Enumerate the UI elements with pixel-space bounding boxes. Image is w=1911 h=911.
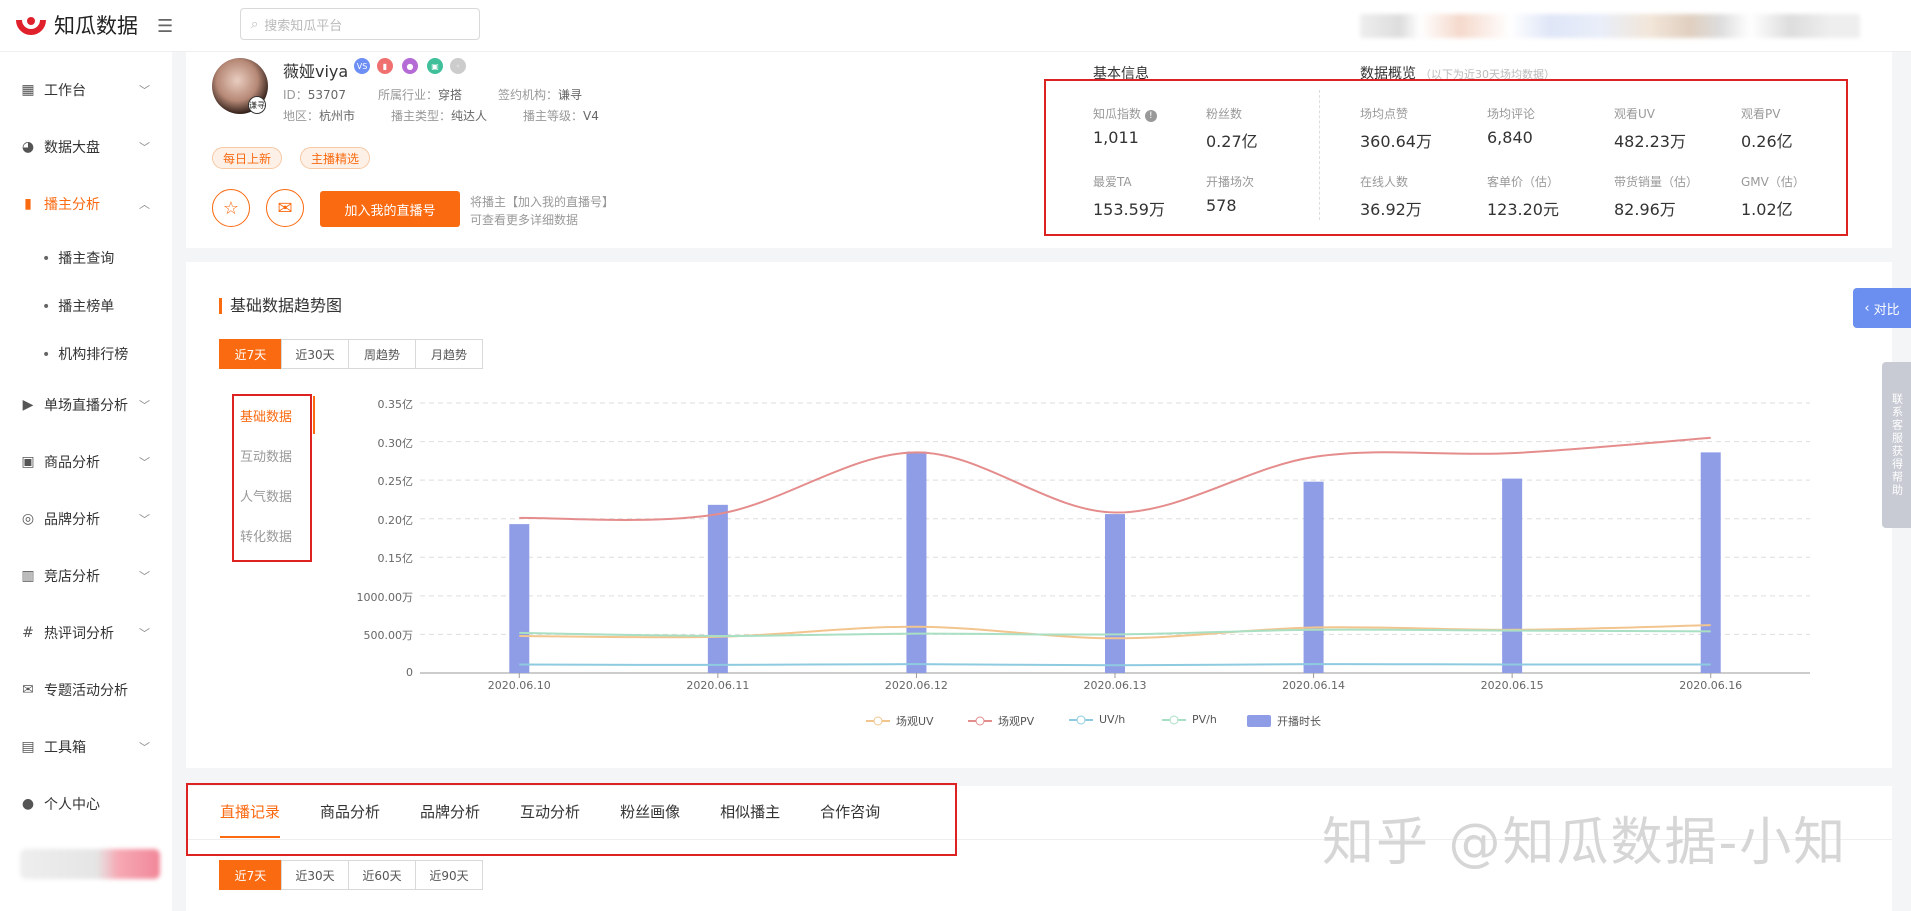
bar-duration[interactable]: [509, 524, 530, 673]
chevron-left-icon: ‹: [1864, 300, 1870, 316]
bar-duration[interactable]: [906, 451, 927, 673]
legend-pv-per-hour[interactable]: PV/h: [1162, 713, 1217, 726]
bar-duration[interactable]: [1303, 481, 1324, 673]
bar-duration[interactable]: [707, 504, 728, 673]
tab-cooperation[interactable]: 合作咨询: [820, 784, 880, 838]
bar-duration[interactable]: [1105, 514, 1125, 673]
records-range-90d[interactable]: 近90天: [415, 860, 483, 890]
legend-uv[interactable]: 场观UV: [866, 713, 934, 729]
legend-uv-per-hour[interactable]: UV/h: [1069, 713, 1125, 726]
tab-goods[interactable]: 商品分析: [320, 784, 380, 838]
bar-duration[interactable]: [1700, 452, 1721, 673]
watermark: 知乎 @知瓜数据-小知: [1322, 813, 1848, 873]
detail-tabs: 直播记录 商品分析 品牌分析 互动分析 粉丝画像 相似播主 合作咨询: [186, 784, 920, 838]
legend-duration[interactable]: 开播时长: [1247, 713, 1321, 729]
tab-fans[interactable]: 粉丝画像: [620, 784, 680, 838]
records-range-7d[interactable]: 近7天: [219, 860, 282, 890]
bar-duration[interactable]: [1502, 478, 1523, 673]
records-range-60d[interactable]: 近60天: [348, 860, 416, 890]
tab-interaction[interactable]: 互动分析: [520, 784, 580, 838]
tab-brands[interactable]: 品牌分析: [420, 784, 480, 838]
line-series-场观PV: [519, 436, 1711, 521]
records-range-selector: 近7天 近30天 近60天 近90天: [219, 860, 483, 890]
contact-support-button[interactable]: 联系客服获得帮助: [1882, 362, 1911, 528]
tab-live-records[interactable]: 直播记录: [220, 784, 281, 838]
compare-button[interactable]: ‹ 对比: [1853, 288, 1911, 328]
records-range-30d[interactable]: 近30天: [281, 860, 349, 890]
legend-pv[interactable]: 场观PV: [968, 713, 1034, 729]
trend-chart: [420, 402, 1810, 678]
tab-similar[interactable]: 相似播主: [720, 784, 780, 838]
